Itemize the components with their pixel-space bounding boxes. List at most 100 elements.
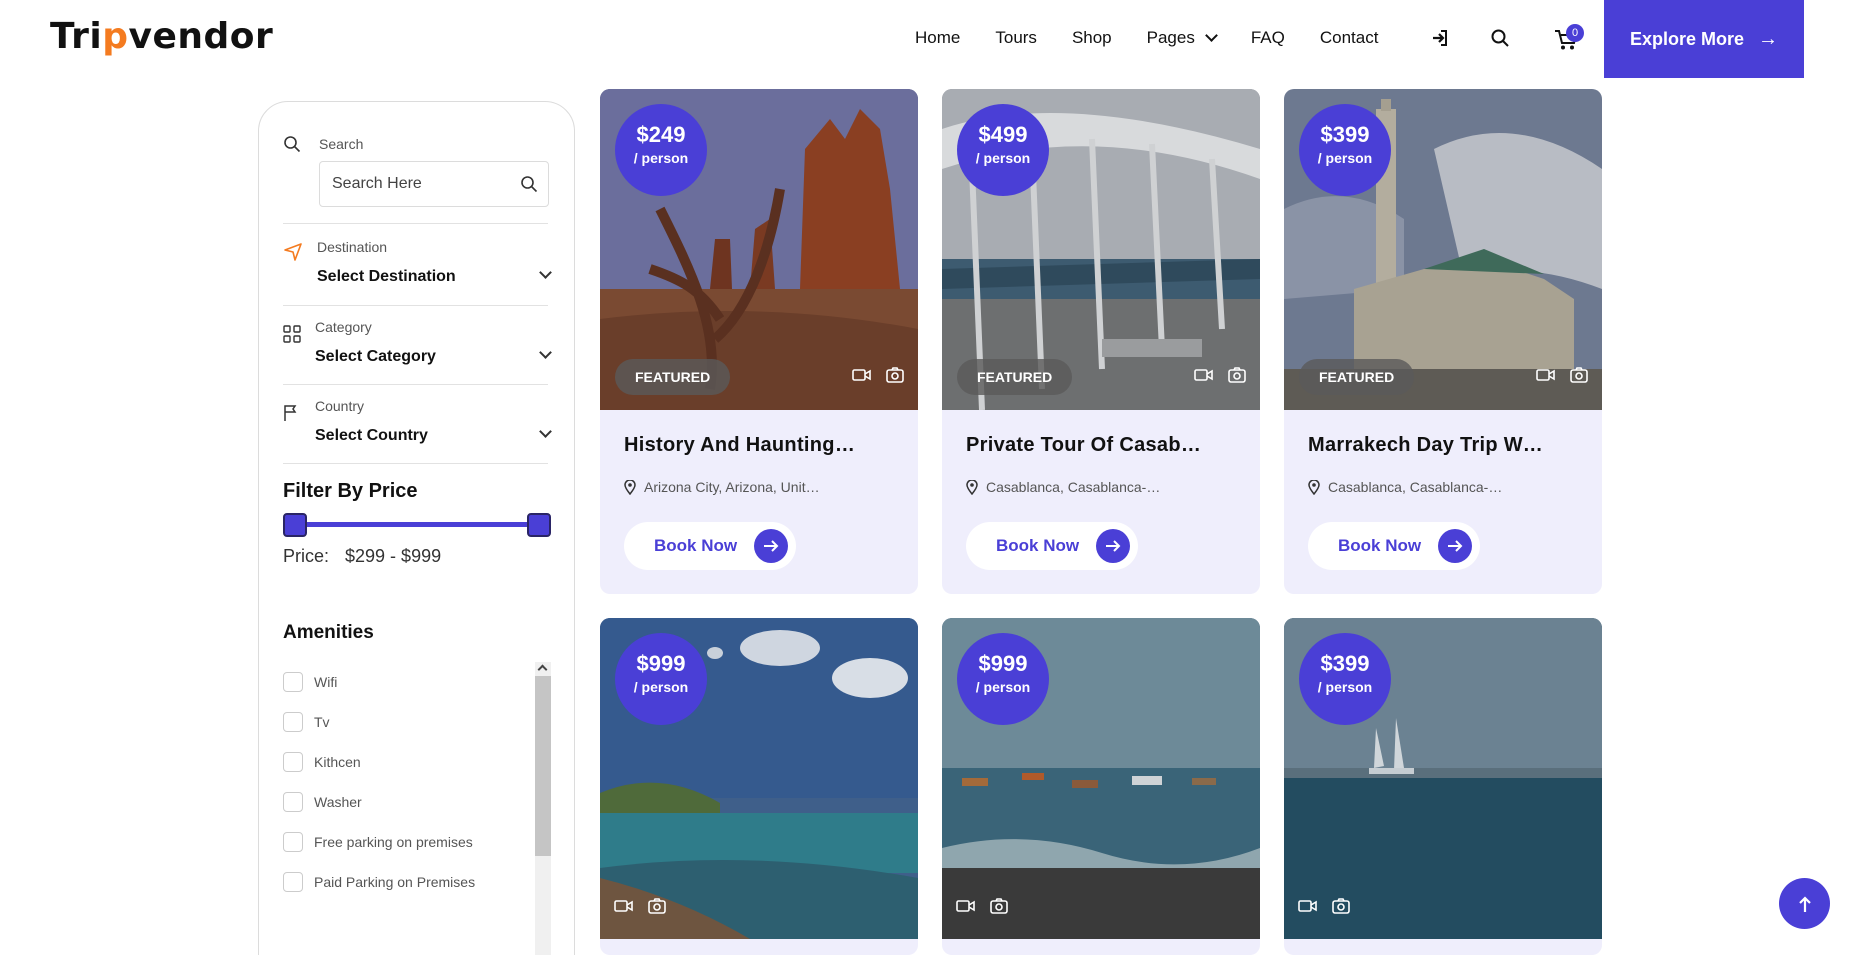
price-badge: $999 / person [615,633,707,725]
search-icon[interactable] [520,175,538,193]
amenity-free-parking[interactable]: Free parking on premises [283,822,563,862]
camera-icon[interactable] [886,367,904,383]
checkbox[interactable] [283,712,303,732]
camera-icon[interactable] [1332,898,1350,914]
featured-badge: FEATURED [957,359,1073,395]
chevron-down-icon[interactable] [539,346,552,359]
tour-image-boats[interactable]: $999 / person [942,618,1260,939]
nav-shop[interactable]: Shop [1072,28,1112,48]
price-badge: $999 / person [957,633,1049,725]
video-icon[interactable] [852,367,872,383]
location-pin-icon [1308,479,1320,495]
video-icon[interactable] [1194,367,1214,383]
filter-by-price-title: Filter By Price [283,480,418,502]
destination-select[interactable]: Select Destination [317,268,456,286]
tour-title[interactable]: Private Tour Of Casablanca [966,434,1206,457]
location-pin-icon [624,479,636,495]
price-range-max-handle[interactable] [527,513,551,537]
chevron-up-icon[interactable] [537,664,548,675]
divider [283,223,548,224]
featured-badge: FEATURED [1299,359,1415,395]
video-icon[interactable] [1298,898,1318,914]
book-now-button[interactable]: Book Now [966,522,1138,570]
explore-more-button[interactable]: Explore More → [1604,0,1804,78]
site-header: Tripvendor Home Tours Shop Pages FAQ Con… [0,0,1853,78]
video-icon[interactable] [614,898,634,914]
category-select[interactable]: Select Category [315,348,436,366]
filter-sidebar: Search Destination Select Destination Ca… [258,101,575,955]
destination-label: Destination [317,239,388,255]
search-input[interactable] [320,162,510,206]
tour-title[interactable]: Marrakech Day Trip With Camel Ride [1308,434,1548,457]
amenities-list: Wifi Tv Kithcen Washer Free parking on p… [283,662,563,902]
price-badge: $399 / person [1299,104,1391,196]
media-icons [956,898,1008,914]
tour-image-canopy[interactable]: $499 / person FEATURED [942,89,1260,410]
camera-icon[interactable] [648,898,666,914]
checkbox[interactable] [283,672,303,692]
price-range-min-handle[interactable] [283,513,307,537]
tour-card[interactable]: $399 / person FEATURED Marrakech Day Tri… [1284,89,1602,594]
camera-icon[interactable] [990,898,1008,914]
tour-card[interactable]: $399 / person [1284,618,1602,955]
checkbox[interactable] [283,752,303,772]
arrow-right-icon [754,529,788,563]
tour-image-desert[interactable]: $249 / person FEATURED [600,89,918,410]
amenity-tv[interactable]: Tv [283,702,563,742]
checkbox[interactable] [283,832,303,852]
media-icons [852,367,904,383]
amenities-title: Amenities [283,622,374,643]
chevron-down-icon[interactable] [539,266,552,279]
arrow-right-icon [1438,529,1472,563]
featured-badge: FEATURED [615,359,731,395]
tour-card[interactable]: $249 / person FEATURED History And Haunt… [600,89,918,594]
book-now-button[interactable]: Book Now [624,522,796,570]
divider [283,305,548,306]
video-icon[interactable] [956,898,976,914]
arrow-up-icon [1798,895,1811,912]
nav-contact[interactable]: Contact [1320,28,1379,48]
tour-title[interactable]: History And Hauntings Of Salem [624,434,864,457]
tour-location: Casablanca, Casablanca-Settat, Morocco [1308,479,1578,495]
tour-card[interactable]: $999 / person [600,618,918,955]
checkbox[interactable] [283,792,303,812]
country-select[interactable]: Select Country [315,427,428,445]
nav-faq[interactable]: FAQ [1251,28,1285,48]
amenities-scrollbar[interactable] [535,662,551,955]
tour-image-mosque[interactable]: $399 / person FEATURED [1284,89,1602,410]
country-label: Country [315,398,365,414]
tour-image-coast[interactable]: $999 / person [600,618,918,939]
checkbox[interactable] [283,872,303,892]
tour-card[interactable]: $999 / person [942,618,1260,955]
amenity-paid-parking[interactable]: Paid Parking on Premises [283,862,563,902]
price-badge: $499 / person [957,104,1049,196]
chevron-down-icon[interactable] [539,425,552,438]
nav-home[interactable]: Home [915,28,960,48]
amenity-washer[interactable]: Washer [283,782,563,822]
price-range-track[interactable] [293,522,538,527]
price-value: $299 - $999 [345,546,442,566]
nav-pages[interactable]: Pages [1147,28,1218,48]
video-icon[interactable] [1536,367,1556,383]
amenity-wifi[interactable]: Wifi [283,662,563,702]
amenity-kitchen[interactable]: Kithcen [283,742,563,782]
flag-icon [284,405,297,421]
price-badge: $399 / person [1299,633,1391,725]
nav-tours[interactable]: Tours [995,28,1037,48]
divider [283,384,548,385]
search-field [319,161,549,207]
logo[interactable]: Tripvendor [50,16,273,57]
price-readout: Price: $299 - $999 [283,546,441,567]
navigation-arrow-icon [284,243,302,261]
camera-icon[interactable] [1570,367,1588,383]
camera-icon[interactable] [1228,367,1246,383]
login-icon[interactable] [1430,28,1450,48]
tour-card[interactable]: $499 / person FEATURED Private Tour Of C… [942,89,1260,594]
scrollbar-thumb[interactable] [535,676,551,856]
tour-image-sea[interactable]: $399 / person [1284,618,1602,939]
book-now-button[interactable]: Book Now [1308,522,1480,570]
back-to-top-button[interactable] [1779,878,1830,929]
search-label: Search [319,136,364,152]
cart-count-badge: 0 [1566,24,1584,42]
search-icon[interactable] [1490,28,1510,48]
